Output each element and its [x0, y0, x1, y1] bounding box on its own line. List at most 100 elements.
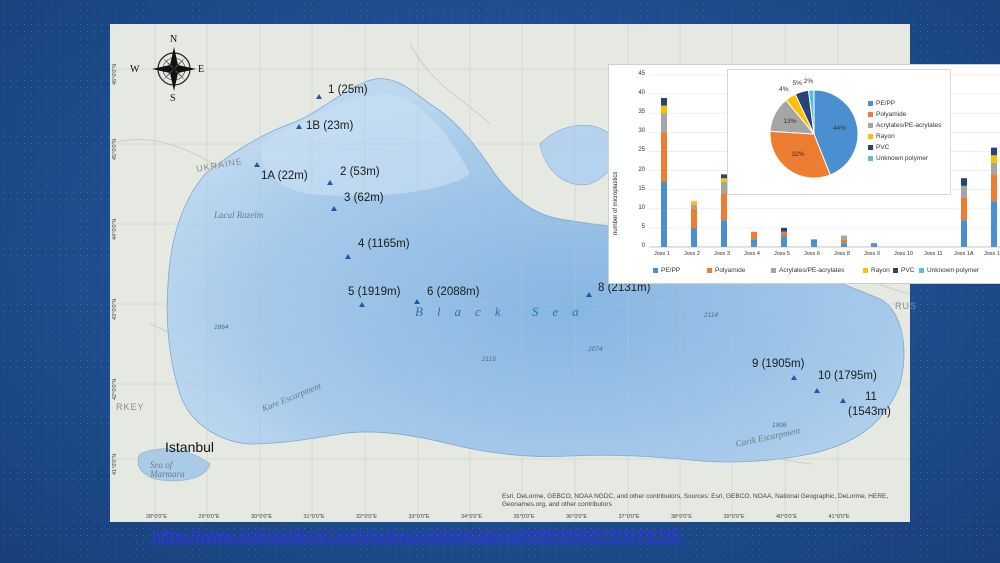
station-6-label: 6 (2088m) [427, 286, 480, 298]
bar-x-tick-label: Joss 10 [894, 251, 913, 257]
bar-y-tick-label: 45 [638, 71, 645, 77]
pie-legend-entry: Rayon [868, 133, 895, 140]
pie-legend-label: Rayon [876, 133, 895, 140]
longitude-tick-label: 33°0'0"E [408, 514, 430, 520]
depth-label-1864: 1864 [214, 324, 229, 331]
pie-legend-label: PE/PP [876, 100, 896, 107]
longitude-tick-label: 40°0'0"E [776, 514, 798, 520]
bar-y-tick-label: 35 [638, 109, 645, 116]
longitude-tick-label: 38°0'0"E [671, 514, 693, 520]
legend-swatch [771, 267, 776, 273]
station-4-label: 4 (1165m) [358, 238, 410, 250]
bar-legend-label: Acrylates/PE-acrylates [779, 267, 845, 274]
bar-segment [841, 239, 847, 244]
depth-label-2114: 2114 [704, 312, 718, 319]
bar-segment [691, 204, 697, 209]
bar-y-tick-label: 40 [638, 90, 645, 97]
bar-segment [781, 231, 787, 236]
legend-swatch [868, 122, 873, 128]
station-2-marker [327, 180, 333, 185]
bar-segment [661, 97, 667, 106]
bar-x-tick-label: Joss 2 [684, 251, 700, 257]
bar-legend-entry: Acrylates/PE-acrylates [771, 267, 844, 274]
bar-x-tick-label: Joss 1 [654, 251, 670, 257]
bar-legend-entry: Unknown polymer [919, 267, 979, 274]
legend-swatch [893, 267, 898, 273]
bar-segment [991, 174, 997, 202]
bar-segment [961, 220, 967, 247]
bar-segment [661, 105, 667, 114]
bar-segment [841, 243, 847, 247]
bar-y-tick-label: 0 [641, 243, 645, 249]
bar-chart-ylabel: number of microplastics [613, 171, 619, 235]
bar-x-tick-label: Joss 11 [924, 251, 943, 257]
pie-percent-label: 5% [792, 80, 802, 88]
pie-percent-label: 4% [779, 86, 789, 94]
longitude-tick-label: 41°0'0"E [828, 514, 850, 520]
pie-legend-label: Unknown polymer [876, 155, 929, 162]
pie-legend-entry: PE/PP [868, 100, 895, 107]
compass-west-label: W [130, 64, 140, 75]
sea-name-label: Black Sea [415, 304, 593, 319]
pie-percent-label: 13% [783, 118, 797, 125]
bar-segment [751, 231, 757, 240]
bar-segment [841, 235, 847, 240]
bar-legend-label: PE/PP [661, 267, 681, 274]
bar-segment [961, 178, 967, 186]
legend-swatch [707, 267, 712, 273]
station-8-marker [586, 292, 592, 297]
longitude-tick-label: 34°0'0"E [461, 514, 483, 520]
pie-chart-box: 44% 32% 13% 4% 5% 2% PE/PP Polyamide Acrylates/P… [727, 69, 951, 195]
compass-north-label: N [170, 34, 178, 45]
razelm-label: Lacul Razelm [214, 210, 264, 220]
bar-segment [691, 208, 697, 228]
bar-segment [991, 155, 997, 163]
station-3-marker [331, 206, 337, 211]
turkey-label: RKEY [116, 402, 145, 412]
pie-percent-label: 2% [803, 78, 814, 86]
pie-percent-label: 44% [832, 125, 846, 133]
legend-swatch [919, 267, 924, 273]
source-link[interactable]: https://www.sciencedirect.com/science/ar… [152, 528, 680, 546]
bar-legend-label: Rayon [871, 267, 890, 274]
bar-segment [661, 132, 667, 183]
station-1-label: 1 (25m) [328, 84, 368, 96]
bar-segment [661, 113, 667, 133]
latitude-tick-label: 42°0'0"N [112, 378, 118, 400]
bar-x-tick-label: Joss 1A [954, 251, 974, 257]
bar-legend-entry: Rayon [863, 267, 890, 274]
latitude-tick-label: 44°0'0"N [112, 218, 118, 240]
station-11-label: 11 [865, 391, 877, 403]
bar-y-tick-label: 5 [641, 223, 645, 230]
bar-legend-label: PVC [901, 267, 915, 274]
bar-segment [991, 162, 997, 175]
bar-segment [781, 235, 787, 247]
bar-segment [721, 193, 727, 221]
bar-segment [751, 239, 757, 247]
station-1b-label: 1B (23m) [306, 120, 354, 132]
legend-swatch [863, 267, 868, 273]
bar-y-tick-label: 20 [638, 166, 645, 173]
depth-label-2074: 2074 [588, 346, 603, 353]
legend-swatch [868, 144, 873, 150]
pie-legend-label: Acrylates/PE-acrylates [876, 122, 942, 129]
bar-x-tick-label: Joss 3 [714, 251, 730, 257]
bar-y-tick-label: 25 [638, 147, 645, 154]
bar-x-tick-label: Joss 6 [804, 251, 820, 257]
station-4-marker [345, 254, 351, 259]
pie-legend-entry: PVC [868, 144, 889, 151]
station-10-marker [814, 388, 820, 393]
latitude-tick-label: 41°0'0"N [112, 453, 118, 475]
station-9-label: 9 (1905m) [752, 358, 805, 370]
bar-x-tick-label: Joss 5 [774, 251, 790, 257]
bar-segment [991, 147, 997, 156]
bar-x-tick-label: Joss 9 [864, 251, 880, 257]
russia-label: RUS [895, 301, 918, 311]
bar-legend-entry: PE/PP [653, 267, 680, 274]
longitude-tick-label: 35°0'0"E [513, 514, 535, 520]
latitude-tick-label: 45°0'0"N [112, 138, 118, 160]
bar-segment [871, 243, 877, 247]
depth-label-2115: 2115 [482, 356, 496, 363]
map-attribution: Esri, DeLorme, GEBCO, NOAA NGDC, and oth… [502, 493, 889, 508]
bar-y-tick-label: 10 [638, 204, 645, 211]
